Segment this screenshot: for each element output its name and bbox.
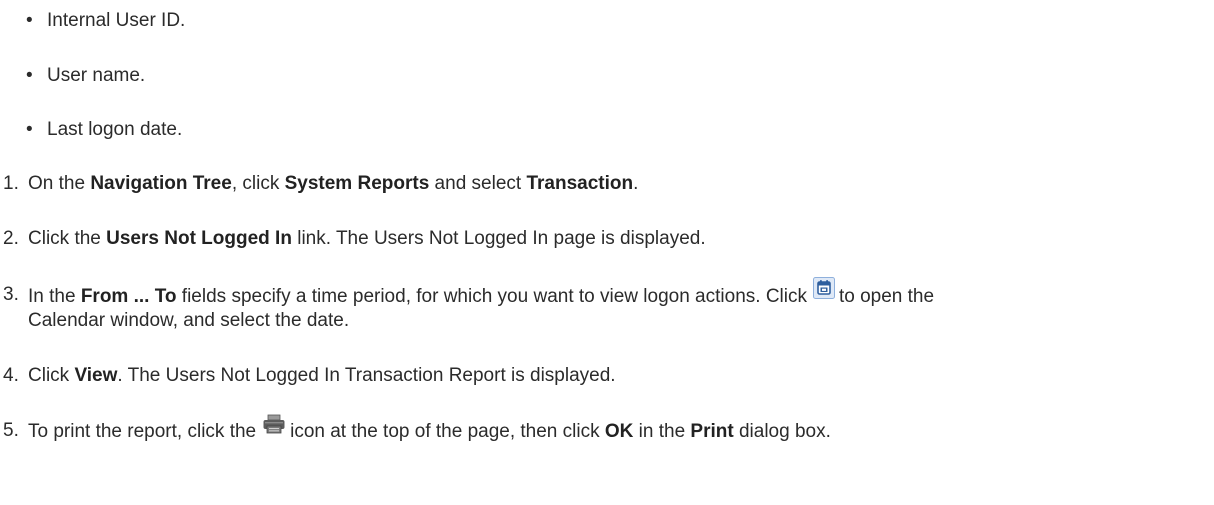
step-text-part: On the: [28, 173, 91, 194]
step-text: Click the Users Not Logged In link. The …: [28, 227, 706, 251]
calendar-icon: [812, 277, 835, 299]
bold-term: From ... To: [80, 286, 177, 307]
step-number: 2.: [3, 228, 19, 249]
step-text-part: and select: [429, 173, 527, 194]
bullet-mark: •: [26, 65, 33, 86]
step-number: 5.: [3, 420, 19, 441]
bold-term: Navigation Tree: [90, 173, 232, 194]
step-text-part: icon at the top of the page, then click: [290, 421, 605, 442]
step-text-part: .: [633, 173, 639, 194]
step-text-part: dialog box.: [733, 421, 831, 442]
step-text-part: to open the: [838, 286, 935, 307]
bullet-text: User name.: [47, 65, 146, 86]
bullet-text: Internal User ID.: [47, 10, 186, 31]
bold-term: OK: [604, 421, 634, 442]
step-text: On the Navigation Tree, click System Rep…: [28, 172, 638, 196]
step-text-part: in the: [633, 421, 691, 442]
step-text-part: . The Users Not Logged In Transaction Re…: [117, 365, 616, 386]
step-text-part: To print the report, click the: [28, 421, 257, 442]
bullet-text: Last logon date.: [47, 119, 183, 140]
bullet-mark: •: [26, 10, 33, 31]
step-text-part: Click the: [28, 228, 107, 249]
step-text: To print the report, click the icon at t…: [28, 414, 831, 444]
step-text-part: fields specify a time period, for which …: [176, 286, 807, 307]
step-number: 3.: [3, 284, 19, 305]
printer-icon: [262, 414, 286, 434]
bold-term: System Reports: [284, 173, 430, 194]
step-text: In the From ... To fields specify a time…: [28, 277, 935, 309]
bold-term: Users Not Logged In: [106, 228, 292, 249]
step-text-part: Click: [28, 365, 75, 386]
step-number: 1.: [3, 173, 19, 194]
bold-term: Print: [690, 421, 734, 442]
step-number: 4.: [3, 365, 19, 386]
step-text-part: In the: [28, 286, 81, 307]
step-text: Click View. The Users Not Logged In Tran…: [28, 364, 616, 388]
step-text-part: , click: [231, 173, 285, 194]
bullet-mark: •: [26, 119, 33, 140]
step-text-continuation: Calendar window, and select the date.: [28, 310, 350, 331]
bold-term: Transaction: [526, 173, 634, 194]
bold-term: View: [74, 365, 118, 386]
step-text-part: link. The Users Not Logged In page is di…: [291, 228, 706, 249]
